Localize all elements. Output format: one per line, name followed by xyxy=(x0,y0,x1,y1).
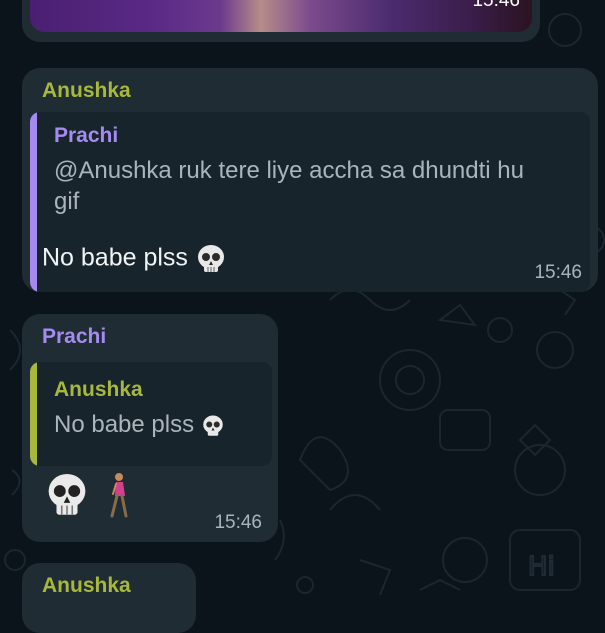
reply-quote-text: No babe plss xyxy=(54,409,225,440)
image-message-bubble[interactable]: 15:46 xyxy=(22,0,540,42)
reply-quote-name: Prachi xyxy=(54,124,119,147)
svg-text:Hi: Hi xyxy=(528,552,555,582)
message-timestamp: 15:46 xyxy=(214,512,262,533)
sender-name: Prachi xyxy=(42,325,107,348)
message-timestamp: 15:46 xyxy=(472,0,520,11)
message-bubble[interactable]: Anushka Prachi @Anushka ruk tere liye ac… xyxy=(22,68,598,292)
skull-icon xyxy=(48,474,86,515)
sender-name: Anushka xyxy=(42,79,131,102)
image-thumbnail[interactable] xyxy=(30,0,532,32)
message-bubble[interactable]: Prachi Anushka No babe plss 15:46 xyxy=(22,314,278,542)
message-text: No babe plss xyxy=(42,243,227,275)
reply-quote-line: gif xyxy=(54,188,80,215)
person-walking-icon xyxy=(110,473,128,518)
reply-quote[interactable]: Anushka No babe plss xyxy=(30,362,272,466)
message-bubble[interactable]: Anushka xyxy=(22,563,196,633)
reply-quote-name: Anushka xyxy=(54,378,143,401)
reply-quote-line: @Anushka ruk tere liye accha sa dhundti … xyxy=(54,157,524,184)
message-text-content: No babe plss xyxy=(42,243,188,272)
skull-icon xyxy=(203,415,223,436)
reply-quote-text: @Anushka ruk tere liye accha sa dhundti … xyxy=(54,155,584,217)
sender-name: Anushka xyxy=(42,574,131,597)
reply-quote-bar xyxy=(30,112,37,292)
skull-icon xyxy=(197,245,224,272)
reply-quote-line: No babe plss xyxy=(54,411,195,438)
reply-quote-bar xyxy=(30,362,37,466)
message-timestamp: 15:46 xyxy=(534,262,582,283)
